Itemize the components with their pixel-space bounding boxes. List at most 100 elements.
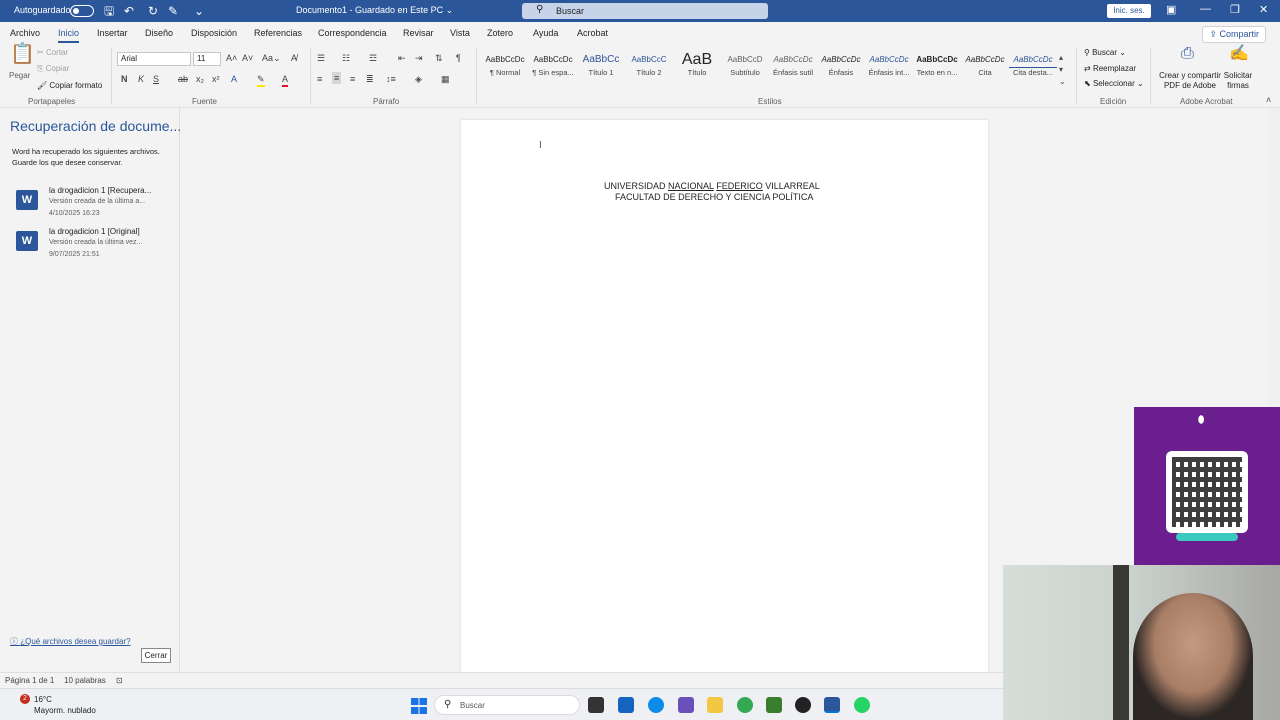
cut-button[interactable]: ✂ Cortar [37,48,68,57]
find-button[interactable]: ⚲ Buscar ⌄ [1084,48,1126,57]
share-button[interactable]: ⇪ Compartir [1202,26,1266,43]
sort-icon[interactable]: ⇅ [435,52,443,64]
recovered-file-item[interactable]: W la drogadicion 1 [Recupera... Versión … [14,186,174,226]
style-intense-emphasis[interactable]: AaBbCcDc Énfasis int... [865,52,913,82]
format-painter-button[interactable]: 🖌 Copiar formato [37,81,102,90]
shrink-font-icon[interactable]: A˅ [242,52,253,64]
show-marks-icon[interactable]: ¶ [456,52,461,64]
collapse-ribbon-icon[interactable]: ˄ [1266,94,1271,106]
format-icon[interactable]: ✎ [168,3,178,19]
font-size-select[interactable]: 11 [193,52,221,66]
chrome-icon[interactable] [737,697,753,713]
redo-icon[interactable]: ↻ [148,3,158,19]
bold-icon[interactable]: N [121,73,128,85]
styles-scroll-icon[interactable]: ▴ ▾ ⌄ [1059,52,1066,88]
document-line-2[interactable]: FACULTAD DE DERECHO Y CIENCIA POLÍTICA [615,192,813,202]
taskbar-search[interactable]: ⚲ Buscar [434,695,580,715]
style-title[interactable]: AaB Título [673,52,721,82]
select-button[interactable]: ⬉ Seleccionar ⌄ [1084,79,1144,88]
align-right-icon[interactable]: ≡ [350,73,355,85]
change-case-icon[interactable]: Aa⌄ [262,52,281,64]
proofing-icon[interactable]: ⊡ [116,676,123,685]
document-line-1[interactable]: UNIVERSIDAD NACIONAL FEDERICO VILLARREAL [604,181,820,191]
multilevel-list-icon[interactable]: ☲ [369,52,377,64]
tab-zotero[interactable]: Zotero [487,28,513,38]
increase-indent-icon[interactable]: ⇥ [415,52,423,64]
word-count[interactable]: 10 palabras [64,676,106,685]
underline-icon[interactable]: S [153,73,159,85]
word-icon[interactable] [824,697,840,713]
italic-icon[interactable]: K [138,73,144,85]
minecraft-icon[interactable] [766,697,782,713]
edge-icon[interactable] [648,697,664,713]
document-page[interactable]: I UNIVERSIDAD NACIONAL FEDERICO VILLARRE… [461,120,988,680]
minimize-icon[interactable]: — [1200,3,1211,15]
tab-inicio[interactable]: Inicio [58,28,80,43]
subscript-icon[interactable]: x₂ [196,73,204,85]
start-icon[interactable] [411,698,427,714]
ribbon-display-icon[interactable]: ▣ [1166,3,1176,16]
tab-vista[interactable]: Vista [450,28,470,38]
whatsapp-icon[interactable] [854,697,870,713]
tab-disposicion[interactable]: Disposición [191,28,237,38]
style-quote[interactable]: AaBbCcDc Cita [961,52,1009,82]
justify-icon[interactable]: ≣ [366,73,374,85]
highlight-icon[interactable]: ✎ [257,73,265,87]
style-intense-quote[interactable]: AaBbCcDc Cita desta... [1009,52,1057,82]
tab-correspondencia[interactable]: Correspondencia [318,28,387,38]
paste-icon[interactable]: 📋 [10,44,35,64]
request-signatures-button[interactable]: Solicitar firmas [1222,71,1254,91]
tab-archivo[interactable]: Archivo [10,28,40,38]
tab-referencias[interactable]: Referencias [254,28,302,38]
numbering-icon[interactable]: ☷ [342,52,350,64]
create-share-pdf-button[interactable]: Crear y compartir PDF de Adobe [1157,71,1223,91]
line-spacing-icon[interactable]: ↕≡ [386,73,396,85]
borders-icon[interactable]: ▦ [441,73,450,85]
title-search-box[interactable]: ⚲ Buscar [522,3,768,19]
style-subtitle[interactable]: AaBbCcD Subtítulo [721,52,769,82]
align-center-icon[interactable]: ≡ [332,72,342,84]
request-signatures-icon[interactable]: ✍ [1229,46,1249,62]
tab-revisar[interactable]: Revisar [403,28,434,38]
obs-icon[interactable] [795,697,811,713]
task-view-icon[interactable] [588,697,604,713]
recovered-file-item[interactable]: W la drogadicion 1 [Original] Versión cr… [14,227,174,267]
copilot-icon[interactable] [678,697,694,713]
file-explorer-icon[interactable] [707,697,723,713]
superscript-icon[interactable]: x² [212,73,220,85]
page-count[interactable]: Página 1 de 1 [5,676,54,685]
restore-icon[interactable]: ❐ [1230,3,1240,16]
font-name-select[interactable]: Arial [117,52,191,66]
customize-toolbar-icon[interactable]: ⌄ [194,3,204,19]
sign-in-button[interactable]: Inic. ses. [1107,4,1151,18]
pdf-create-icon[interactable]: ⎙ [1181,46,1194,62]
which-files-help-link[interactable]: ⓘ ¿Qué archivos desea guardar? [10,636,131,647]
bullets-icon[interactable]: ☰ [317,52,325,64]
font-color-icon[interactable]: A [282,73,289,87]
save-icon[interactable]: 🖫 [104,3,114,19]
tab-insertar[interactable]: Insertar [97,28,128,38]
strikethrough-icon[interactable]: ab [178,73,188,85]
decrease-indent-icon[interactable]: ⇤ [398,52,406,64]
tab-diseno[interactable]: Diseño [145,28,173,38]
weather-condition[interactable]: Mayorm. nublado [34,706,96,715]
paste-label[interactable]: Pegar [9,71,30,80]
undo-icon[interactable]: ↶ [124,3,134,19]
copy-button[interactable]: ⎘ Copiar [37,64,69,74]
clear-format-icon[interactable]: A̸ [291,52,297,64]
document-title[interactable]: Documento1 - Guardado en Este PC ⌄ [296,5,453,16]
autosave-toggle[interactable] [70,5,94,17]
tab-ayuda[interactable]: Ayuda [533,28,558,38]
close-window-icon[interactable]: ✕ [1259,3,1268,16]
replace-button[interactable]: ⇄ Reemplazar [1084,64,1136,73]
style-normal[interactable]: AaBbCcDc ¶ Normal [481,52,529,82]
grow-font-icon[interactable]: A˄ [226,52,237,64]
text-effects-icon[interactable]: A [231,73,237,85]
tab-acrobat[interactable]: Acrobat [577,28,608,38]
style-heading-1[interactable]: AaBbCc Título 1 [577,52,625,82]
style-heading-2[interactable]: AaBbCcC Título 2 [625,52,673,82]
shading-icon[interactable]: ◈ [415,73,422,85]
style-emphasis[interactable]: AaBbCcDc Énfasis [817,52,865,82]
style-no-spacing[interactable]: AaBbCcDc ¶ Sin espa... [529,52,577,82]
weather-temperature[interactable]: 16°C [34,695,52,704]
